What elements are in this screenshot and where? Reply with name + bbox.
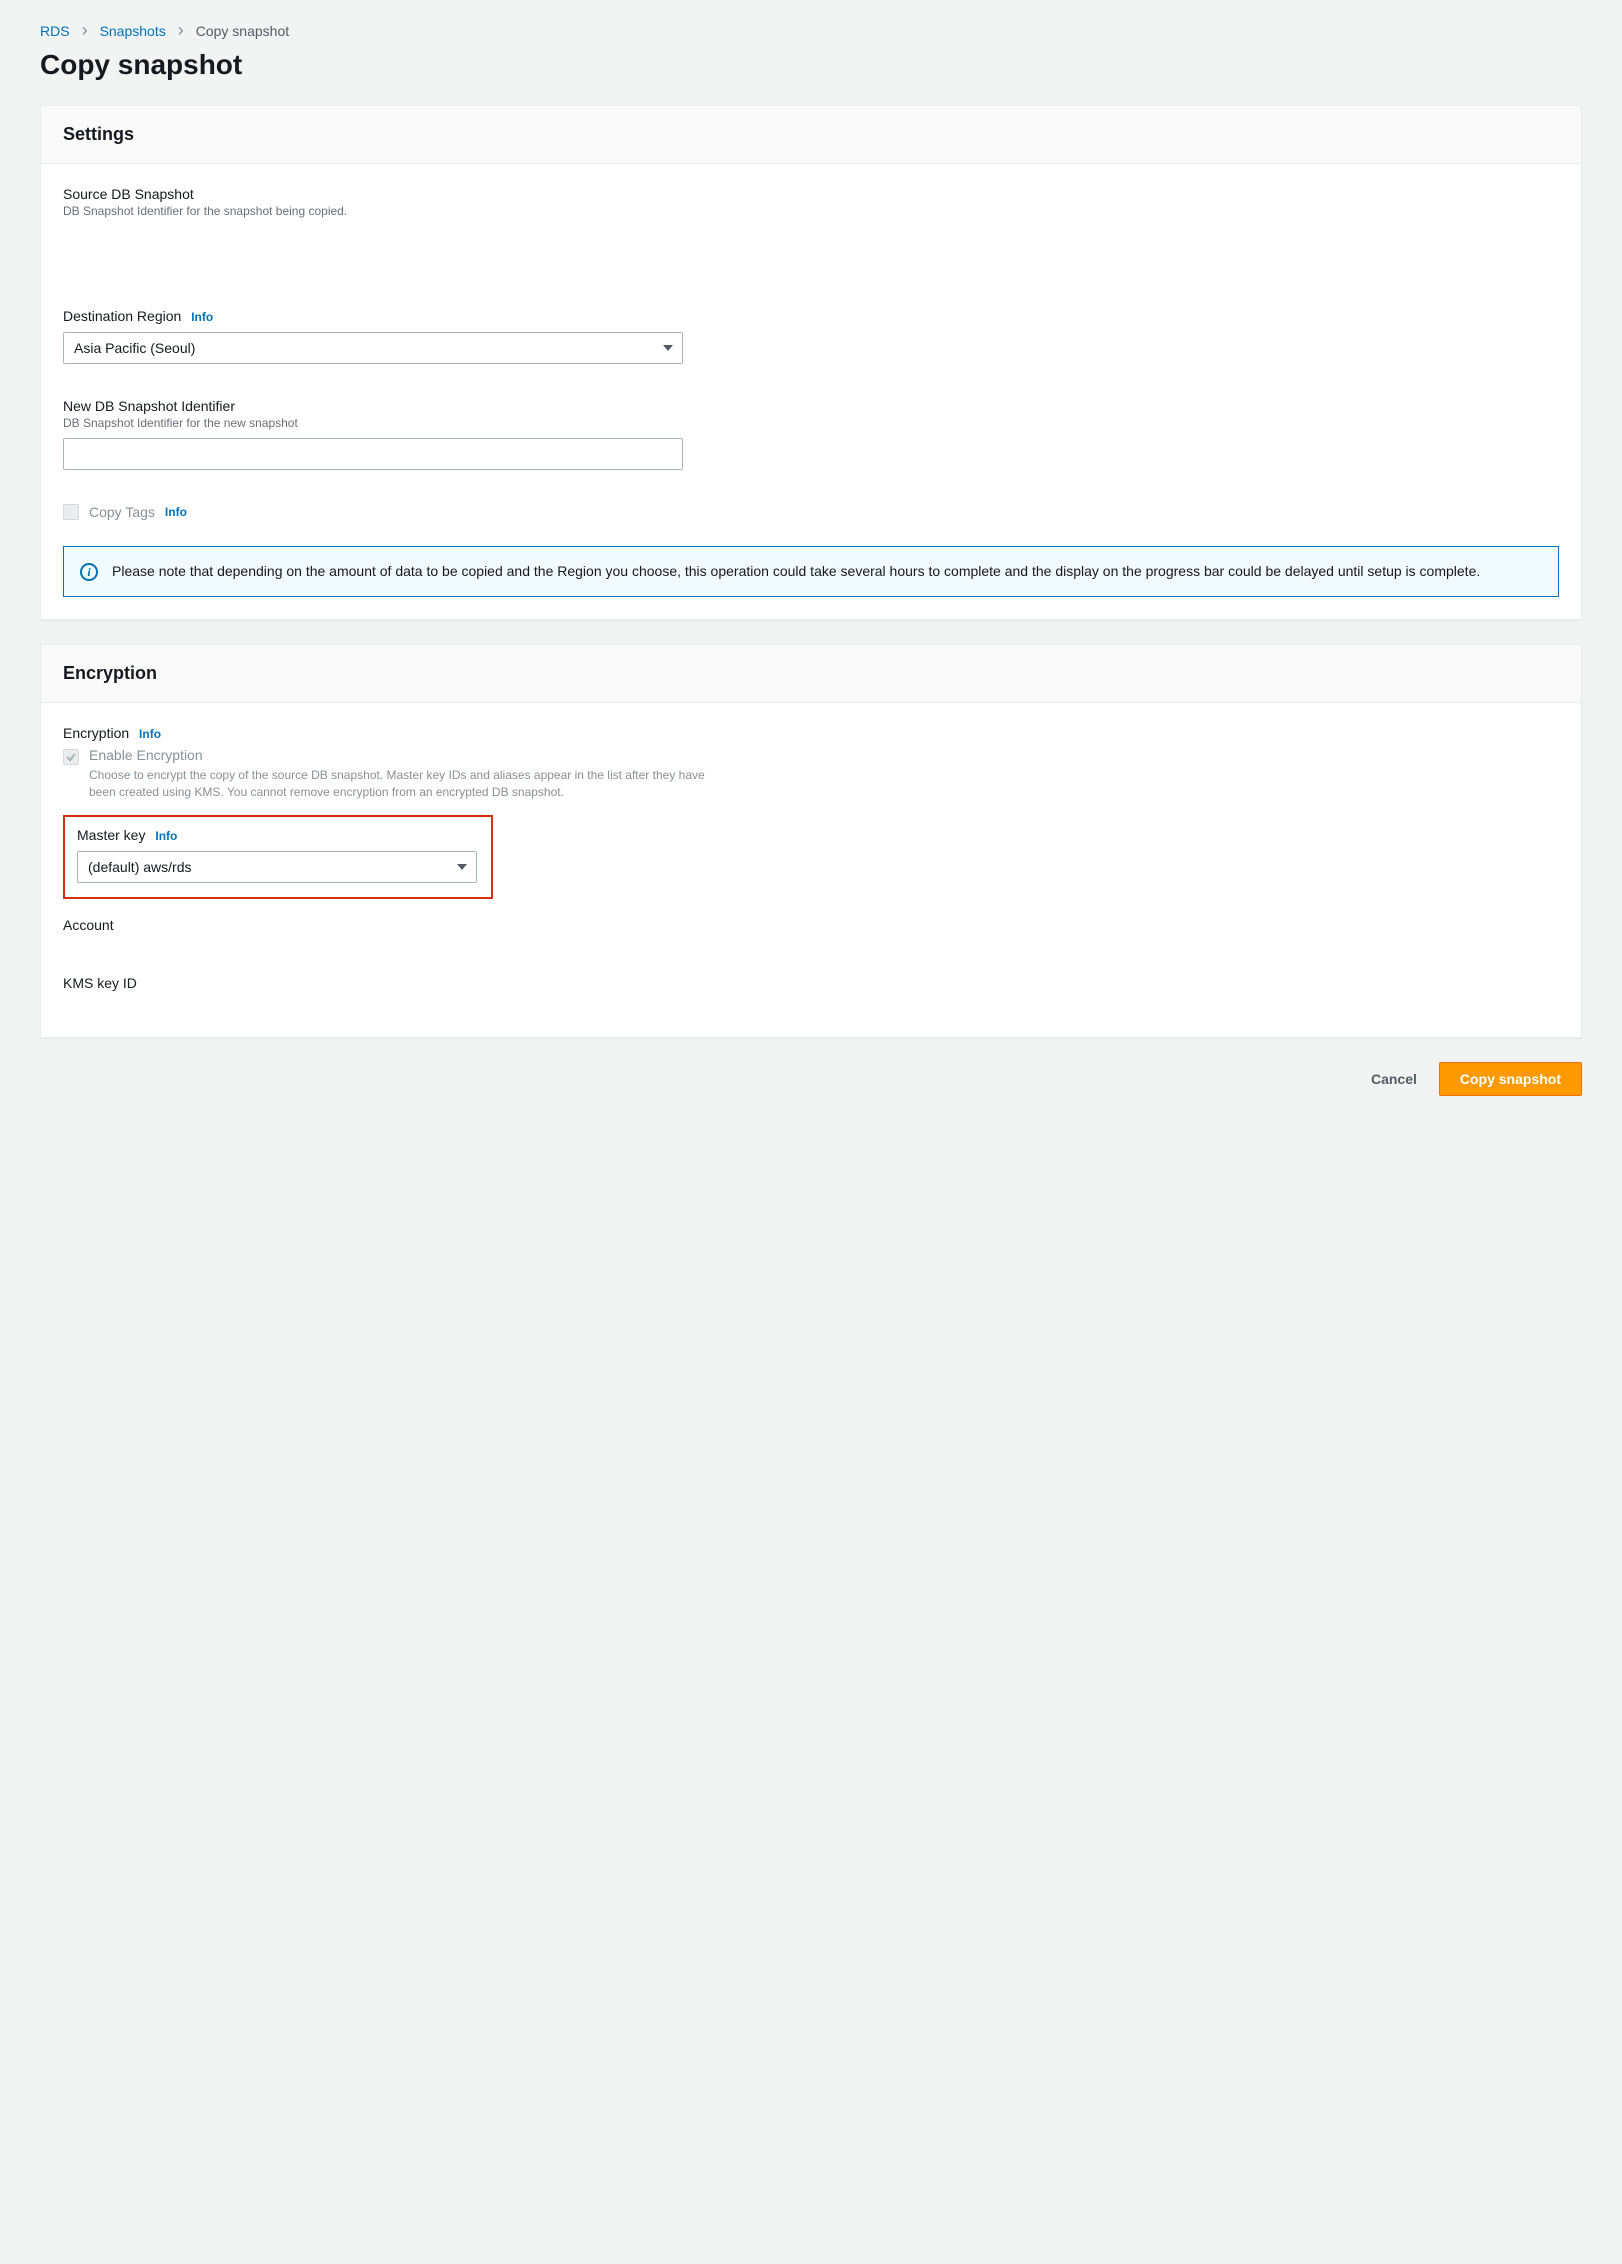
encryption-heading: Encryption xyxy=(63,663,1559,684)
page-title: Copy snapshot xyxy=(40,49,1582,81)
new-identifier-input[interactable] xyxy=(63,438,683,470)
copy-tags-checkbox[interactable] xyxy=(63,504,79,520)
copy-tags-label: Copy Tags xyxy=(89,504,155,520)
settings-panel: Settings Source DB Snapshot DB Snapshot … xyxy=(40,105,1582,620)
copy-tags-info-link[interactable]: Info xyxy=(165,505,187,519)
kms-key-field: KMS key ID xyxy=(63,975,1559,991)
chevron-right-icon: › xyxy=(178,20,184,41)
encryption-header: Encryption xyxy=(41,645,1581,703)
caret-down-icon xyxy=(457,864,467,870)
caret-down-icon xyxy=(663,345,673,351)
chevron-right-icon: › xyxy=(82,20,88,41)
master-key-select[interactable]: (default) aws/rds xyxy=(77,851,477,883)
account-field: Account xyxy=(63,917,1559,933)
settings-heading: Settings xyxy=(63,124,1559,145)
info-alert: i Please note that depending on the amou… xyxy=(63,546,1559,597)
info-icon: i xyxy=(80,563,98,581)
destination-region-value: Asia Pacific (Seoul) xyxy=(74,340,195,356)
encryption-panel: Encryption Encryption Info Enable Encryp… xyxy=(40,644,1582,1038)
encryption-section-label: Encryption xyxy=(63,725,129,741)
breadcrumb: RDS › Snapshots › Copy snapshot xyxy=(40,20,1582,41)
account-label: Account xyxy=(63,917,114,933)
master-key-value: (default) aws/rds xyxy=(88,859,191,875)
copy-snapshot-button[interactable]: Copy snapshot xyxy=(1439,1062,1582,1096)
source-snapshot-label: Source DB Snapshot xyxy=(63,186,194,202)
source-snapshot-sublabel: DB Snapshot Identifier for the snapshot … xyxy=(63,204,1559,218)
info-alert-text: Please note that depending on the amount… xyxy=(112,561,1480,582)
encryption-section-info-link[interactable]: Info xyxy=(139,727,161,741)
source-snapshot-field: Source DB Snapshot DB Snapshot Identifie… xyxy=(63,186,1559,218)
master-key-highlight: Master key Info (default) aws/rds xyxy=(63,815,493,899)
enable-encryption-label: Enable Encryption xyxy=(89,747,729,763)
master-key-label: Master key xyxy=(77,827,145,843)
settings-header: Settings xyxy=(41,106,1581,164)
kms-key-label: KMS key ID xyxy=(63,975,137,991)
new-identifier-sublabel: DB Snapshot Identifier for the new snaps… xyxy=(63,416,1559,430)
breadcrumb-snapshots[interactable]: Snapshots xyxy=(100,23,166,39)
action-row: Cancel Copy snapshot xyxy=(40,1062,1582,1096)
new-identifier-field: New DB Snapshot Identifier DB Snapshot I… xyxy=(63,398,1559,470)
destination-region-field: Destination Region Info Asia Pacific (Se… xyxy=(63,308,1559,364)
breadcrumb-current: Copy snapshot xyxy=(196,23,289,39)
destination-region-select[interactable]: Asia Pacific (Seoul) xyxy=(63,332,683,364)
breadcrumb-rds[interactable]: RDS xyxy=(40,23,70,39)
enable-encryption-sublabel: Choose to encrypt the copy of the source… xyxy=(89,767,729,801)
destination-region-info-link[interactable]: Info xyxy=(191,310,213,324)
master-key-info-link[interactable]: Info xyxy=(155,829,177,843)
destination-region-label: Destination Region xyxy=(63,308,181,324)
enable-encryption-row: Enable Encryption Choose to encrypt the … xyxy=(63,747,1559,801)
cancel-button[interactable]: Cancel xyxy=(1367,1063,1421,1095)
enable-encryption-checkbox xyxy=(63,749,79,765)
copy-tags-row: Copy Tags Info xyxy=(63,504,1559,520)
new-identifier-label: New DB Snapshot Identifier xyxy=(63,398,235,414)
